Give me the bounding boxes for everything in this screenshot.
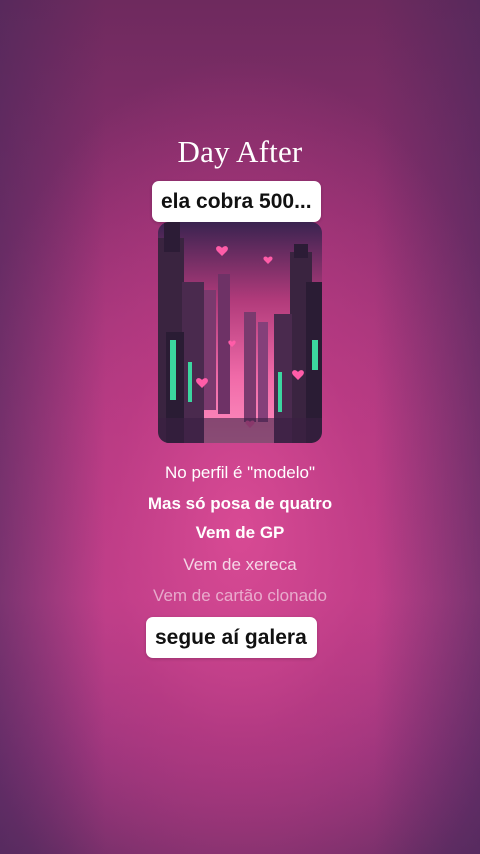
lyric-line-4: Vem de xereca bbox=[183, 555, 297, 574]
lyric-line-1: No perfil é "modelo" bbox=[164, 463, 316, 482]
text-sticker-top[interactable]: ela cobra 500... bbox=[152, 181, 321, 222]
lyric-line-2: Mas só posa de quatro bbox=[147, 494, 333, 513]
lyric-line-5: Vem de cartão clonado bbox=[153, 586, 327, 605]
album-cover bbox=[158, 222, 322, 443]
lyric-line-3: Vem de GP bbox=[195, 523, 285, 542]
text-sticker-bottom[interactable]: segue aí galera bbox=[146, 617, 317, 658]
song-title: Day After bbox=[177, 134, 303, 169]
